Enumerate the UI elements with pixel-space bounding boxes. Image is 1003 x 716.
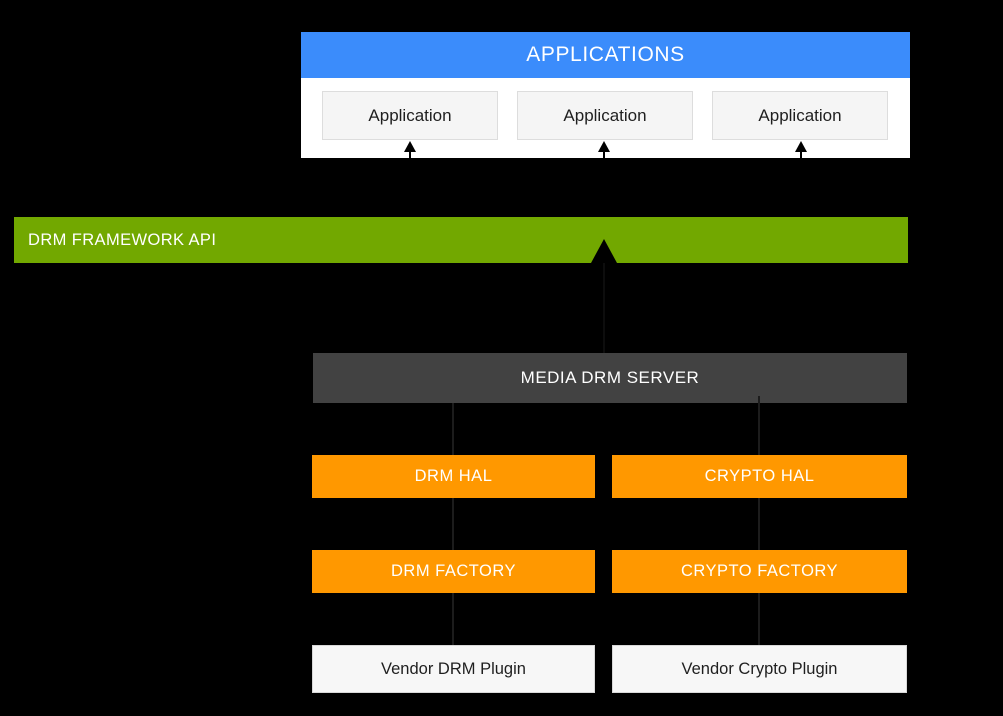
arrow-up-to-application-1 [404,141,416,152]
media-drm-server-label: MEDIA DRM SERVER [520,368,700,388]
crypto-hal-box: CRYPTO HAL [612,455,907,498]
drm-factory-label: DRM FACTORY [391,562,516,581]
arrow-up-to-application-2 [598,141,610,152]
application-box-2-label: Application [563,105,647,125]
connector-crypto-hal-to-crypto-factory [758,498,760,550]
applications-header: APPLICATIONS [301,32,910,78]
arrow-up-from-framework-center [591,239,617,263]
application-box-2[interactable]: Application [517,91,693,140]
connector-drm-factory-to-vendor-drm-plugin [452,593,454,645]
vendor-drm-plugin-label: Vendor DRM Plugin [381,659,526,678]
crypto-factory-box: CRYPTO FACTORY [612,550,907,593]
drm-framework-api-label: DRM FRAMEWORK API [28,230,217,249]
connector-server-to-drm-hal [452,403,454,455]
drm-factory-box: DRM FACTORY [312,550,595,593]
connector-server-to-crypto-hal [758,396,760,455]
application-box-3[interactable]: Application [712,91,888,140]
application-box-1-label: Application [368,105,452,125]
drm-framework-api-bar: DRM FRAMEWORK API [14,217,908,263]
media-drm-server-box: MEDIA DRM SERVER [313,353,907,403]
vendor-drm-plugin-box: Vendor DRM Plugin [312,645,595,693]
connector-framework-to-server [603,263,605,353]
application-box-1[interactable]: Application [322,91,498,140]
arrow-stem-up-3 [800,152,802,160]
crypto-factory-label: CRYPTO FACTORY [680,562,839,581]
connector-crypto-factory-to-vendor-crypto-plugin [758,593,760,645]
connector-drm-hal-to-drm-factory [452,498,454,550]
drm-architecture-diagram: APPLICATIONS Application Application App… [0,0,1003,716]
arrow-stem-up-1 [409,152,411,160]
drm-hal-label: DRM HAL [414,467,493,486]
arrow-up-to-application-3 [795,141,807,152]
application-box-3-label: Application [758,105,842,125]
vendor-crypto-plugin-box: Vendor Crypto Plugin [612,645,907,693]
vendor-crypto-plugin-label: Vendor Crypto Plugin [681,659,838,678]
crypto-hal-label: CRYPTO HAL [704,467,815,486]
drm-hal-box: DRM HAL [312,455,595,498]
arrow-stem-up-2 [603,152,605,160]
